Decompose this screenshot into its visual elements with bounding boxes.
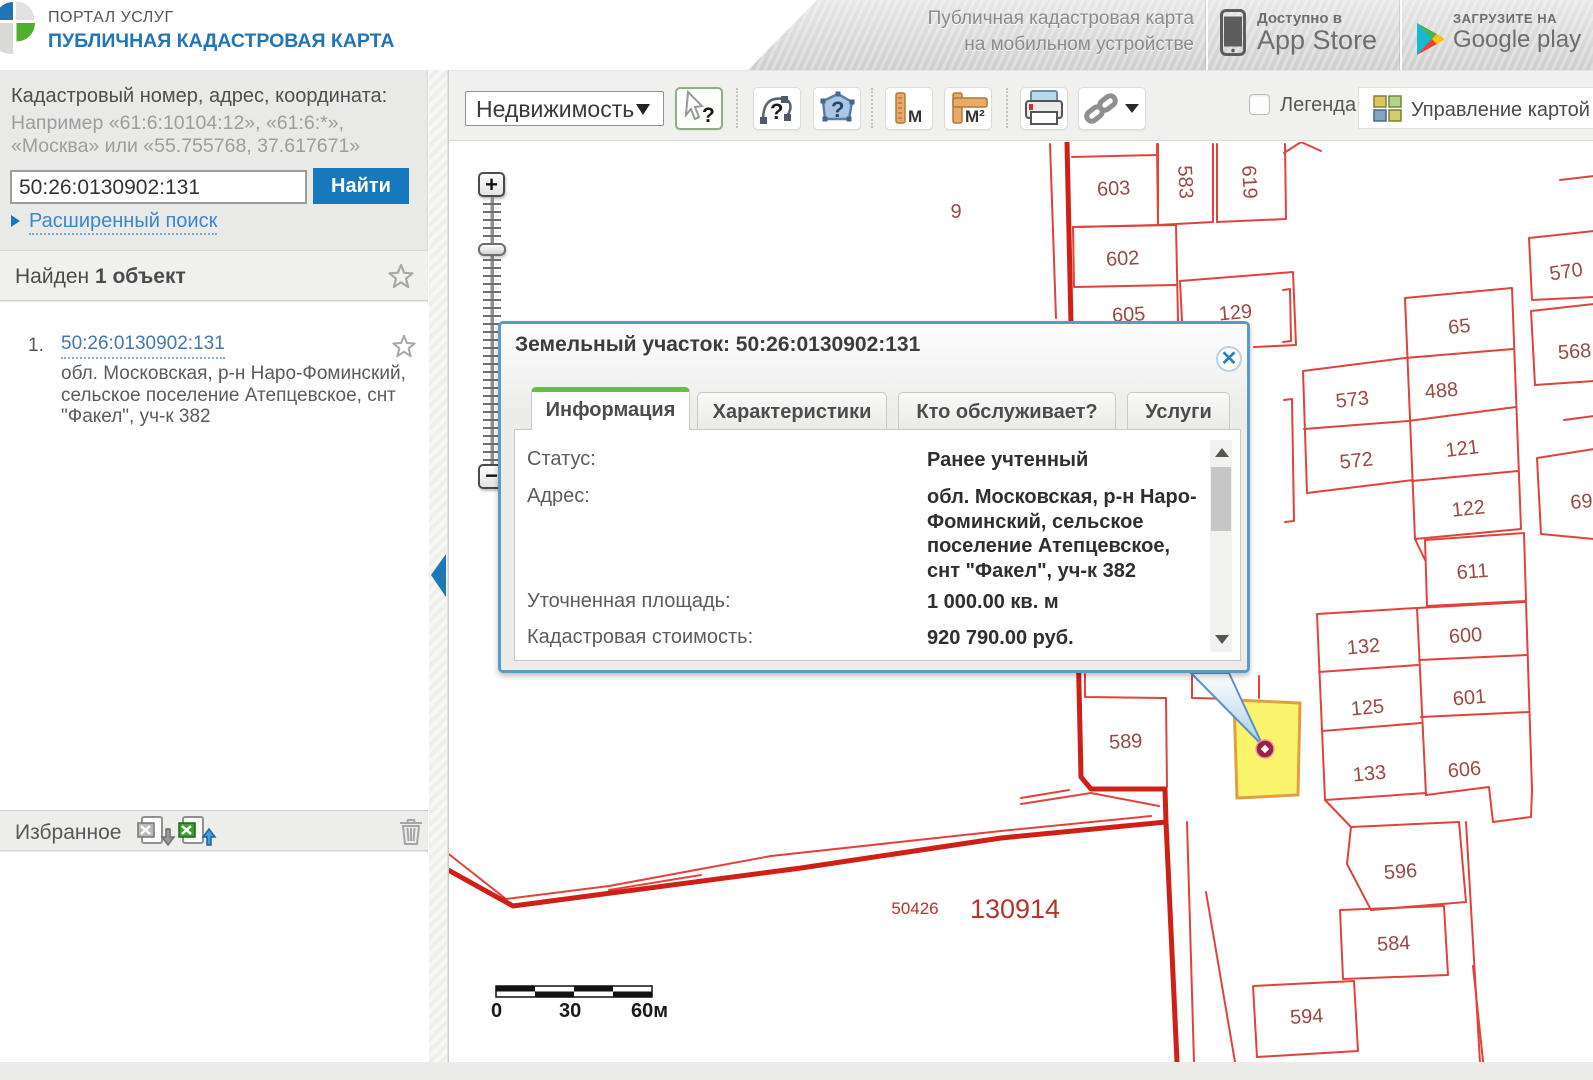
svg-text:488: 488 (1424, 379, 1459, 404)
svg-text:573: 573 (1335, 387, 1370, 412)
svg-text:606: 606 (1447, 758, 1482, 783)
svg-text:572: 572 (1339, 448, 1374, 473)
svg-text:133: 133 (1352, 762, 1387, 787)
svg-text:М: М (908, 107, 922, 126)
svg-text:583: 583 (1173, 165, 1197, 199)
svg-text:65: 65 (1447, 315, 1471, 339)
svg-text:9: 9 (950, 201, 961, 223)
svg-text:121: 121 (1444, 436, 1480, 462)
svg-text:69: 69 (1569, 490, 1593, 514)
svg-text:601: 601 (1452, 686, 1487, 711)
svg-text:125: 125 (1350, 696, 1385, 721)
svg-text:619: 619 (1237, 165, 1261, 199)
svg-text:?: ? (702, 104, 715, 127)
svg-text:594: 594 (1289, 1005, 1323, 1029)
svg-text:596: 596 (1383, 860, 1418, 884)
svg-text:50426: 50426 (891, 899, 938, 918)
svg-text:603: 603 (1096, 177, 1130, 201)
svg-text:132: 132 (1346, 635, 1381, 660)
svg-text:570: 570 (1548, 259, 1584, 285)
svg-text:568: 568 (1557, 340, 1592, 364)
svg-text:602: 602 (1105, 247, 1139, 271)
svg-text:?: ? (831, 97, 844, 122)
svg-text:584: 584 (1376, 932, 1410, 956)
svg-text:600: 600 (1448, 624, 1483, 648)
svg-text:589: 589 (1108, 730, 1142, 754)
svg-text:?: ? (770, 99, 783, 124)
svg-text:122: 122 (1451, 496, 1486, 521)
svg-text:611: 611 (1456, 560, 1489, 584)
svg-text:М²: М² (965, 107, 985, 126)
svg-text:130914: 130914 (970, 894, 1060, 924)
